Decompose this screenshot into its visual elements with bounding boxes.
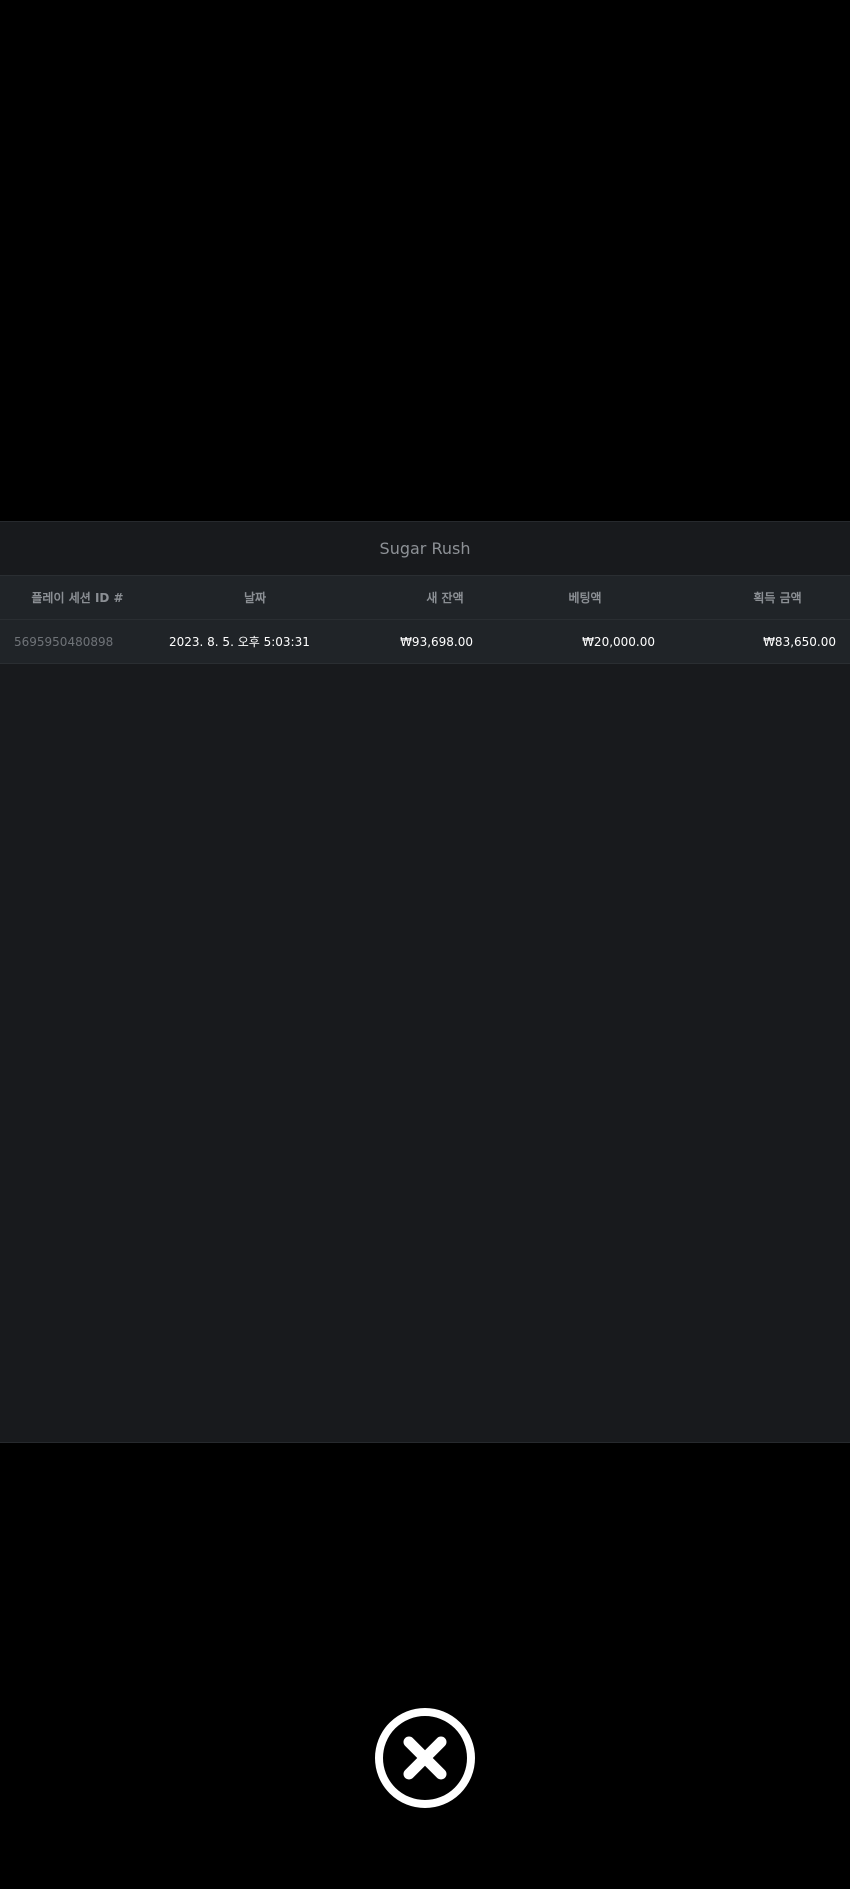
win-cell: ₩83,650.00 — [763, 634, 836, 649]
new-balance-cell: ₩93,698.00 — [400, 634, 473, 649]
close-circle-icon — [375, 1708, 475, 1808]
bet-cell: ₩20,000.00 — [582, 634, 655, 649]
column-header-win: 획득 금액 — [753, 591, 802, 605]
session-id-cell: 5695950480898 — [14, 634, 114, 649]
column-header-bet: 베팅액 — [568, 591, 602, 605]
history-table: 플레이 세션 ID # 날짜 새 잔액 베팅액 획득 금액 5695950480… — [0, 575, 850, 664]
table-header: 플레이 세션 ID # 날짜 새 잔액 베팅액 획득 금액 — [0, 575, 850, 620]
column-header-date: 날짜 — [243, 591, 267, 605]
date-cell: 2023. 8. 5. 오후 5:03:31 — [169, 635, 310, 649]
close-button[interactable] — [374, 1707, 476, 1809]
table-row[interactable]: 5695950480898 2023. 8. 5. 오후 5:03:31 ₩93… — [0, 620, 850, 664]
column-header-new-balance: 새 잔액 — [426, 591, 464, 605]
history-panel: Sugar Rush 플레이 세션 ID # 날짜 새 잔액 베팅액 획득 금액… — [0, 521, 850, 1443]
game-title: Sugar Rush — [379, 539, 471, 558]
column-header-session-id: 플레이 세션 ID # — [31, 591, 124, 605]
